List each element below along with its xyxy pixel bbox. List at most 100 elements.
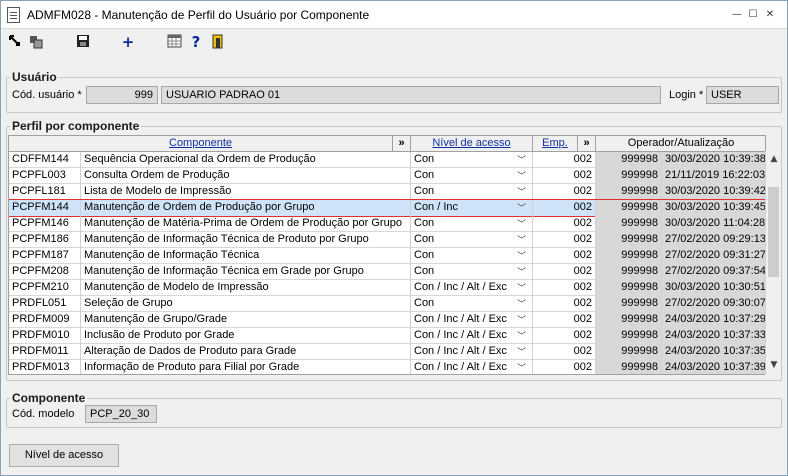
- chevron-down-icon[interactable]: ﹀: [517, 153, 526, 166]
- table-row[interactable]: PCPFM146 Manutenção de Matéria-Prima de O…: [9, 216, 765, 232]
- cell-nivel[interactable]: Con: [411, 152, 533, 168]
- table-row[interactable]: PCPFM186 Manutenção de Informação Técnica…: [9, 232, 765, 248]
- cell-emp: 002: [533, 296, 596, 312]
- chevron-down-icon[interactable]: ﹀: [517, 265, 526, 278]
- table-scrollbar[interactable]: ▲ ▼: [765, 151, 780, 375]
- cell-emp: 002: [533, 152, 596, 168]
- cell-op: 999998: [596, 280, 662, 296]
- table-row[interactable]: CDFFM144 Sequência Operacional da Ordem d…: [9, 152, 765, 168]
- cell-nivel[interactable]: Con: [411, 248, 533, 264]
- arrow-icon[interactable]: [6, 34, 24, 50]
- cell-emp: 002: [533, 280, 596, 296]
- cell-nivel[interactable]: Con / Inc / Alt / Exc: [411, 344, 533, 360]
- cell-nivel[interactable]: Con / Inc / Alt / Exc: [411, 360, 533, 374]
- perfil-group-title: Perfil por componente: [10, 119, 142, 133]
- chevron-down-icon[interactable]: ﹀: [517, 329, 526, 342]
- perfil-table: Componente » Nível de acesso Emp. » Oper…: [8, 135, 766, 375]
- cell-data: 27/02/2020 09:30:07: [662, 296, 765, 312]
- maximize-button[interactable]: ☐: [745, 7, 761, 23]
- cell-op: 999998: [596, 248, 662, 264]
- main-window: ADMFM028 - Manutenção de Perfil do Usuár…: [0, 0, 788, 476]
- chevron-down-icon[interactable]: ﹀: [517, 185, 526, 198]
- minimize-button[interactable]: —: [729, 7, 745, 23]
- cell-nivel[interactable]: Con / Inc / Alt / Exc: [411, 328, 533, 344]
- close-button[interactable]: ✕: [761, 7, 779, 23]
- cell-op: 999998: [596, 216, 662, 232]
- cell-emp: 002: [533, 248, 596, 264]
- header-componente[interactable]: Componente: [9, 136, 393, 152]
- table-row[interactable]: PRDFM013 Informação de Produto para Filia…: [9, 360, 765, 374]
- table-row[interactable]: PCPFM144 Manutenção de Ordem de Produção …: [9, 199, 765, 217]
- cell-data: 27/02/2020 09:31:27: [662, 248, 765, 264]
- table-row[interactable]: PCPFM187 Manutenção de Informação Técnica…: [9, 248, 765, 264]
- copy-icon[interactable]: [27, 34, 45, 50]
- cell-code: PCPFM210: [9, 280, 81, 296]
- cell-code: PCPFM146: [9, 216, 81, 232]
- scroll-up-icon[interactable]: ▲: [768, 153, 780, 165]
- cell-op: 999998: [596, 328, 662, 344]
- cell-desc: Informação de Produto para Filial por Gr…: [81, 360, 411, 374]
- table-row[interactable]: PCPFM210 Manutenção de Modelo de Impressã…: [9, 280, 765, 296]
- cell-nivel[interactable]: Con / Inc: [411, 200, 533, 216]
- cell-data: 30/03/2020 10:39:45: [662, 200, 765, 216]
- cell-nivel[interactable]: Con: [411, 296, 533, 312]
- document-icon: [7, 7, 20, 23]
- cell-emp: 002: [533, 200, 596, 216]
- cell-desc: Seleção de Grupo: [81, 296, 411, 312]
- chevron-down-icon[interactable]: ﹀: [517, 169, 526, 182]
- table-row[interactable]: PCPFL003 Consulta Ordem de Produção Con ﹀ 00…: [9, 168, 765, 184]
- cell-data: 24/03/2020 10:37:39: [662, 360, 765, 374]
- cell-emp: 002: [533, 168, 596, 184]
- header-emp[interactable]: Emp.: [533, 136, 578, 152]
- chevron-down-icon[interactable]: ﹀: [517, 361, 526, 374]
- cod-usuario-field[interactable]: 999: [86, 86, 158, 104]
- usuario-name-field[interactable]: USUARIO PADRAO 01: [161, 86, 661, 104]
- cell-emp: 002: [533, 216, 596, 232]
- table-row[interactable]: PCPFM208 Manutenção de Informação Técnica…: [9, 264, 765, 280]
- header-expand-1[interactable]: »: [393, 136, 411, 152]
- header-expand-2[interactable]: »: [578, 136, 596, 152]
- table-row[interactable]: PRDFM009 Manutenção de Grupo/Grade Con / I…: [9, 312, 765, 328]
- cell-data: 30/03/2020 11:04:28: [662, 216, 765, 232]
- save-icon[interactable]: [74, 34, 92, 50]
- calendar-icon[interactable]: [165, 34, 183, 50]
- chevron-down-icon[interactable]: ﹀: [517, 249, 526, 262]
- cell-code: PCPFM187: [9, 248, 81, 264]
- table-row[interactable]: PRDFL051 Seleção de Grupo Con ﹀ 002 999998 27/…: [9, 296, 765, 312]
- chevron-down-icon[interactable]: ﹀: [517, 313, 526, 326]
- cell-nivel[interactable]: Con: [411, 264, 533, 280]
- chevron-down-icon[interactable]: ﹀: [517, 217, 526, 230]
- cell-nivel[interactable]: Con / Inc / Alt / Exc: [411, 312, 533, 328]
- cell-nivel[interactable]: Con: [411, 232, 533, 248]
- chevron-down-icon[interactable]: ﹀: [517, 233, 526, 246]
- cell-desc: Inclusão de Produto por Grade: [81, 328, 411, 344]
- cell-code: CDFFM144: [9, 152, 81, 168]
- table-row[interactable]: PCPFL181 Lista de Modelo de Impressão Con ﹀…: [9, 184, 765, 200]
- toolbar: + ?: [1, 30, 787, 54]
- scroll-down-icon[interactable]: ▼: [768, 359, 780, 371]
- chevron-down-icon[interactable]: ﹀: [517, 201, 526, 214]
- nivel-acesso-button[interactable]: Nível de acesso: [9, 444, 119, 467]
- cell-nivel[interactable]: Con / Inc / Alt / Exc: [411, 280, 533, 296]
- add-icon[interactable]: +: [119, 34, 137, 50]
- chevron-down-icon[interactable]: ﹀: [517, 281, 526, 294]
- help-icon[interactable]: ?: [187, 34, 205, 50]
- header-operador: Operador/Atualização: [596, 136, 765, 152]
- cod-modelo-label: Cód. modelo: [12, 408, 75, 420]
- exit-icon[interactable]: [209, 34, 227, 50]
- cell-nivel[interactable]: Con: [411, 184, 533, 200]
- cell-data: 27/02/2020 09:29:13: [662, 232, 765, 248]
- cell-nivel[interactable]: Con: [411, 168, 533, 184]
- chevron-down-icon[interactable]: ﹀: [517, 345, 526, 358]
- login-field[interactable]: USER: [706, 86, 779, 104]
- cell-nivel[interactable]: Con: [411, 216, 533, 232]
- cell-code: PCPFL003: [9, 168, 81, 184]
- scroll-thumb[interactable]: [768, 187, 779, 277]
- table-row[interactable]: PRDFM010 Inclusão de Produto por Grade Con…: [9, 328, 765, 344]
- cod-modelo-field[interactable]: PCP_20_30: [85, 405, 157, 423]
- cell-emp: 002: [533, 360, 596, 374]
- table-row[interactable]: PRDFM011 Alteração de Dados de Produto pa…: [9, 344, 765, 360]
- cell-emp: 002: [533, 328, 596, 344]
- header-nivel[interactable]: Nível de acesso: [411, 136, 533, 152]
- chevron-down-icon[interactable]: ﹀: [517, 297, 526, 310]
